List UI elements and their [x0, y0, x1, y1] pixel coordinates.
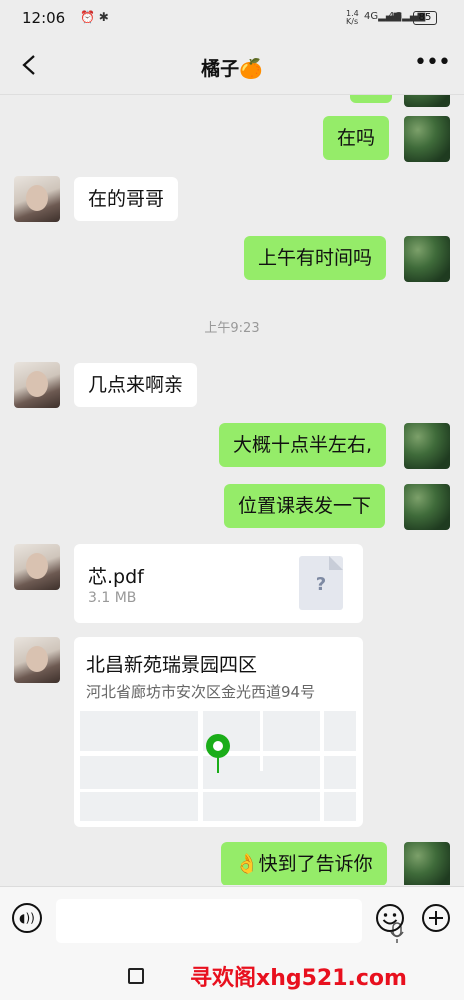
message-bubble-outgoing[interactable]: 大概十点半左右,	[219, 423, 387, 467]
input-bar: ◖))	[0, 886, 464, 951]
file-message-card[interactable]: 芯.pdf 3.1 MB ?	[74, 544, 363, 623]
chat-title: 橘子🍊	[201, 58, 263, 80]
message-bubble-outgoing[interactable]: 在吗	[323, 116, 390, 160]
recents-square-icon[interactable]	[128, 968, 144, 984]
message-list[interactable]: 在吗 在的哥哥 上午有时间吗 上午9:23 几点来啊亲 大概十点半左右, 位置课…	[0, 95, 464, 885]
watermark: 寻欢阁xhg521.com	[190, 966, 407, 991]
status-bar: 12:06 ⏰ ✱ 1.4 K/s 4G▂▄▆ 4G▂▄▆ 85	[0, 0, 464, 36]
avatar-self[interactable]	[404, 95, 450, 107]
message-bubble-outgoing[interactable]: 位置课表发一下	[224, 484, 386, 528]
message-bubble-outgoing[interactable]: 上午有时间吗	[244, 236, 387, 280]
message-bubble-incoming[interactable]: 在的哥哥	[74, 177, 179, 221]
avatar-contact[interactable]	[14, 176, 60, 222]
avatar-self[interactable]	[404, 423, 450, 469]
message-bubble-outgoing[interactable]: 👌快到了告诉你	[221, 842, 387, 885]
chat-header: 橘子🍊 •••	[0, 36, 464, 95]
network-type-1: 4G	[364, 11, 379, 22]
emoji-button[interactable]	[375, 903, 405, 933]
battery-icon: 85	[413, 11, 437, 25]
avatar-contact[interactable]	[14, 637, 60, 683]
map-pin-icon	[206, 734, 230, 773]
avatar-self[interactable]	[404, 236, 450, 282]
file-icon: ?	[299, 556, 343, 610]
avatar-self[interactable]	[404, 116, 450, 162]
message-bubble-incoming[interactable]: 几点来啊亲	[74, 363, 198, 407]
voice-toggle-button[interactable]: ◖))	[12, 903, 42, 933]
message-text: 快到了告诉你	[258, 853, 373, 875]
map-thumbnail[interactable]	[80, 711, 356, 821]
network-speed-unit: K/s	[346, 17, 359, 26]
message-bubble-partial[interactable]	[350, 95, 392, 103]
avatar-contact[interactable]	[14, 544, 60, 590]
avatar-self[interactable]	[404, 484, 450, 530]
map-road	[260, 711, 263, 771]
location-address: 河北省廊坊市安次区金光西道94号	[86, 683, 316, 701]
battery-level: 85	[418, 12, 432, 23]
network-type-2: 4G	[388, 11, 403, 22]
system-nav-bar: 寻欢阁xhg521.com	[0, 950, 464, 1000]
map-road	[80, 789, 356, 792]
more-options-button[interactable]: •••	[414, 48, 451, 82]
avatar-self[interactable]	[404, 842, 450, 885]
file-size: 3.1 MB	[88, 590, 137, 606]
plus-button[interactable]	[421, 903, 451, 933]
alarm-bluetooth-icon: ⏰ ✱	[80, 10, 109, 24]
map-road	[198, 711, 203, 821]
location-title: 北昌新苑瑞景园四区	[86, 654, 258, 676]
voice-wave-icon: ◖))	[19, 911, 35, 925]
ok-hand-emoji: 👌	[235, 853, 259, 875]
file-name: 芯.pdf	[88, 566, 144, 588]
network-speed: 1.4 K/s	[346, 10, 359, 26]
file-unknown-glyph: ?	[315, 574, 327, 595]
status-time: 12:06	[22, 9, 66, 27]
map-road	[320, 711, 324, 821]
avatar-contact[interactable]	[14, 362, 60, 408]
more-dots-icon: •••	[414, 50, 451, 75]
location-message-card[interactable]: 北昌新苑瑞景园四区 河北省廊坊市安次区金光西道94号	[74, 637, 363, 827]
message-input[interactable]	[56, 899, 404, 943]
message-timestamp: 上午9:23	[204, 321, 260, 336]
